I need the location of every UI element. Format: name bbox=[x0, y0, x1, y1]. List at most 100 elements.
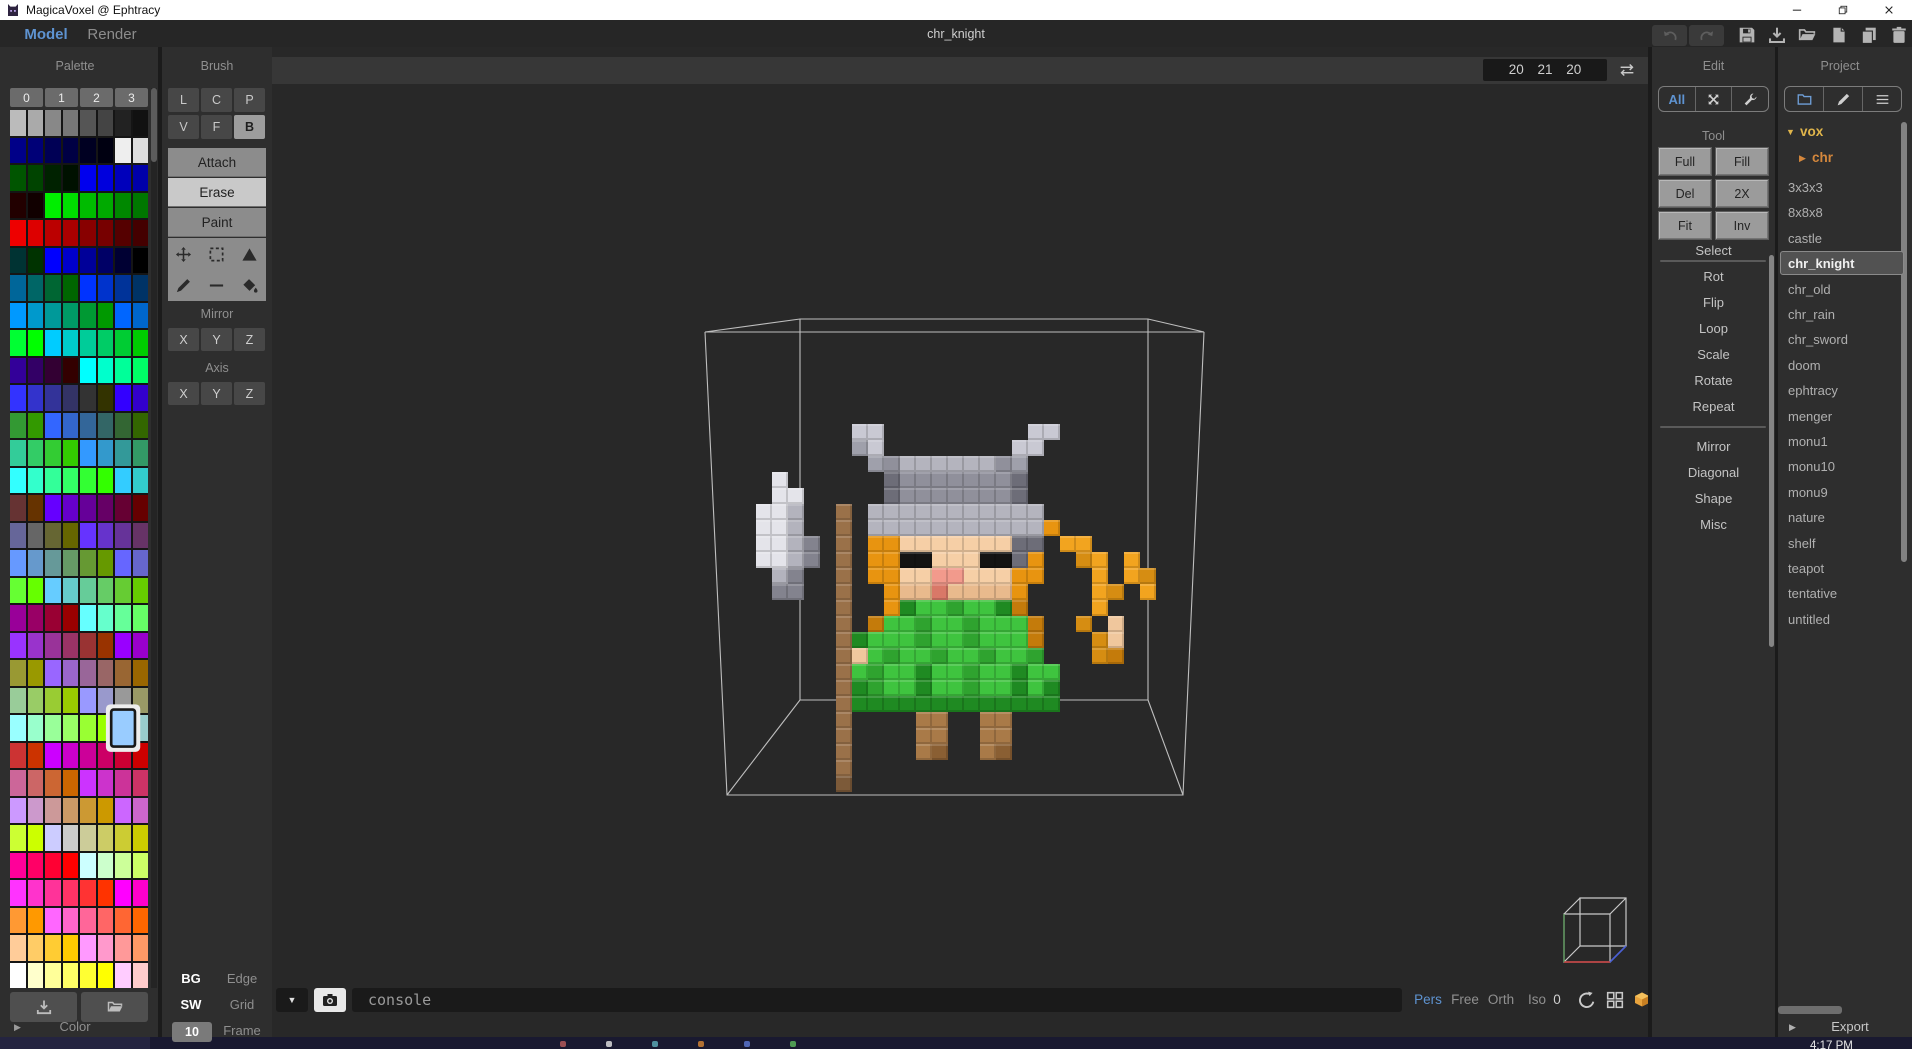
edit-action-scale[interactable]: Scale bbox=[1652, 346, 1775, 363]
palette-swatch[interactable] bbox=[28, 440, 44, 466]
mirror-z-button[interactable]: Z bbox=[234, 328, 265, 351]
palette-swatch[interactable] bbox=[80, 110, 96, 136]
project-item-teapot[interactable]: teapot bbox=[1788, 561, 1900, 577]
palette-swatch[interactable] bbox=[80, 385, 96, 411]
brush-mode-B[interactable]: B bbox=[234, 115, 265, 139]
palette-swatch[interactable] bbox=[98, 578, 114, 604]
palette-swatch[interactable] bbox=[115, 248, 131, 274]
palette-swatch[interactable] bbox=[98, 660, 114, 686]
transform-icon[interactable] bbox=[1695, 87, 1732, 111]
palette-swatch[interactable] bbox=[10, 330, 26, 356]
palette-swatch[interactable] bbox=[10, 880, 26, 906]
edit-action-shape[interactable]: Shape bbox=[1652, 490, 1775, 507]
redo-button[interactable] bbox=[1689, 25, 1724, 46]
palette-swatch[interactable] bbox=[10, 688, 26, 714]
palette-swatch[interactable] bbox=[28, 578, 44, 604]
label-edge[interactable]: Edge bbox=[216, 970, 268, 988]
palette-swatch[interactable] bbox=[63, 935, 79, 961]
palette-swatch[interactable] bbox=[45, 303, 61, 329]
open-button[interactable] bbox=[1798, 26, 1816, 44]
palette-swatch[interactable] bbox=[45, 468, 61, 494]
palette-swatch[interactable] bbox=[28, 468, 44, 494]
palette-swatch[interactable] bbox=[63, 825, 79, 851]
palette-swatch[interactable] bbox=[133, 110, 149, 136]
project-item-monu10[interactable]: monu10 bbox=[1788, 459, 1900, 475]
palette-swatch[interactable] bbox=[115, 798, 131, 824]
close-button[interactable] bbox=[1866, 0, 1912, 20]
palette-swatch[interactable] bbox=[98, 825, 114, 851]
palette-swatch[interactable] bbox=[28, 523, 44, 549]
mirror-y-button[interactable]: Y bbox=[201, 328, 232, 351]
orientation-cube[interactable] bbox=[1552, 884, 1630, 976]
palette-swatch[interactable] bbox=[45, 193, 61, 219]
palette-swatch[interactable] bbox=[10, 165, 26, 191]
palette-swatch[interactable] bbox=[63, 495, 79, 521]
color-section-label[interactable]: Color bbox=[0, 1019, 150, 1035]
palette-swatch[interactable] bbox=[80, 853, 96, 879]
palette-swatch[interactable] bbox=[28, 688, 44, 714]
palette-swatch[interactable] bbox=[45, 523, 61, 549]
palette-swatch[interactable] bbox=[115, 770, 131, 796]
tab-model[interactable]: Model bbox=[14, 22, 78, 47]
palette-swatch[interactable] bbox=[133, 880, 149, 906]
palette-swatch[interactable] bbox=[28, 963, 44, 989]
palette-swatch[interactable] bbox=[10, 935, 26, 961]
palette-swatch[interactable] bbox=[80, 440, 96, 466]
palette-swatch[interactable] bbox=[45, 688, 61, 714]
palette-swatch[interactable] bbox=[10, 743, 26, 769]
project-item-monu9[interactable]: monu9 bbox=[1788, 485, 1900, 501]
palette-swatch[interactable] bbox=[133, 660, 149, 686]
axis-y-button[interactable]: Y bbox=[201, 382, 232, 405]
palette-swatch[interactable] bbox=[80, 495, 96, 521]
palette-swatch[interactable] bbox=[133, 523, 149, 549]
tab-render[interactable]: Render bbox=[80, 22, 144, 47]
palette-swatch[interactable] bbox=[98, 853, 114, 879]
palette-swatch[interactable] bbox=[10, 358, 26, 384]
edit-action-mirror[interactable]: Mirror bbox=[1652, 438, 1775, 455]
tool-marquee-icon[interactable] bbox=[201, 239, 232, 269]
edit-tool-fit[interactable]: Fit bbox=[1658, 211, 1712, 240]
palette-swatch[interactable] bbox=[45, 633, 61, 659]
palette-swatch[interactable] bbox=[133, 770, 149, 796]
palette-swatch[interactable] bbox=[115, 605, 131, 631]
palette-swatch[interactable] bbox=[133, 633, 149, 659]
palette-swatch[interactable] bbox=[133, 468, 149, 494]
palette-swatch[interactable] bbox=[28, 853, 44, 879]
tool-move-icon[interactable] bbox=[168, 239, 199, 269]
palette-swatch[interactable] bbox=[63, 550, 79, 576]
palette-swatch[interactable] bbox=[45, 358, 61, 384]
palette-swatch[interactable] bbox=[10, 385, 26, 411]
palette-swatch[interactable] bbox=[80, 248, 96, 274]
taskbar-clock[interactable]: 4:17 PM bbox=[1810, 1039, 1880, 1049]
palette-swatch[interactable] bbox=[133, 440, 149, 466]
palette-swatch[interactable] bbox=[80, 138, 96, 164]
palette-swatch[interactable] bbox=[98, 358, 114, 384]
palette-swatch[interactable] bbox=[133, 495, 149, 521]
palette-swatch[interactable] bbox=[133, 853, 149, 879]
palette-swatch[interactable] bbox=[63, 385, 79, 411]
palette-swatch[interactable] bbox=[45, 660, 61, 686]
palette-swatch[interactable] bbox=[98, 110, 114, 136]
palette-swatch[interactable] bbox=[28, 358, 44, 384]
palette-swatch[interactable] bbox=[80, 908, 96, 934]
palette-swatch[interactable] bbox=[63, 303, 79, 329]
palette-swatch[interactable] bbox=[115, 688, 131, 714]
filter-all-button[interactable]: All bbox=[1659, 87, 1695, 111]
palette-swatch[interactable] bbox=[28, 165, 44, 191]
palette-swatch[interactable] bbox=[133, 908, 149, 934]
palette-swatch[interactable] bbox=[133, 688, 149, 714]
tree-folder-chr[interactable]: chr bbox=[1812, 150, 1833, 165]
palette-swatch[interactable] bbox=[115, 495, 131, 521]
palette-swatch[interactable] bbox=[63, 798, 79, 824]
palette-swatch[interactable] bbox=[80, 358, 96, 384]
project-item-menger[interactable]: menger bbox=[1788, 409, 1900, 425]
label-frame[interactable]: Frame bbox=[216, 1022, 268, 1040]
palette-swatch[interactable] bbox=[63, 908, 79, 934]
console-input[interactable] bbox=[352, 988, 1402, 1012]
palette-swatch[interactable] bbox=[133, 275, 149, 301]
palette-swatch[interactable] bbox=[10, 660, 26, 686]
list-icon[interactable] bbox=[1862, 87, 1901, 111]
brush-action-erase[interactable]: Erase bbox=[168, 178, 266, 207]
palette-swatch[interactable] bbox=[115, 935, 131, 961]
brush-mode-V[interactable]: V bbox=[168, 115, 199, 139]
